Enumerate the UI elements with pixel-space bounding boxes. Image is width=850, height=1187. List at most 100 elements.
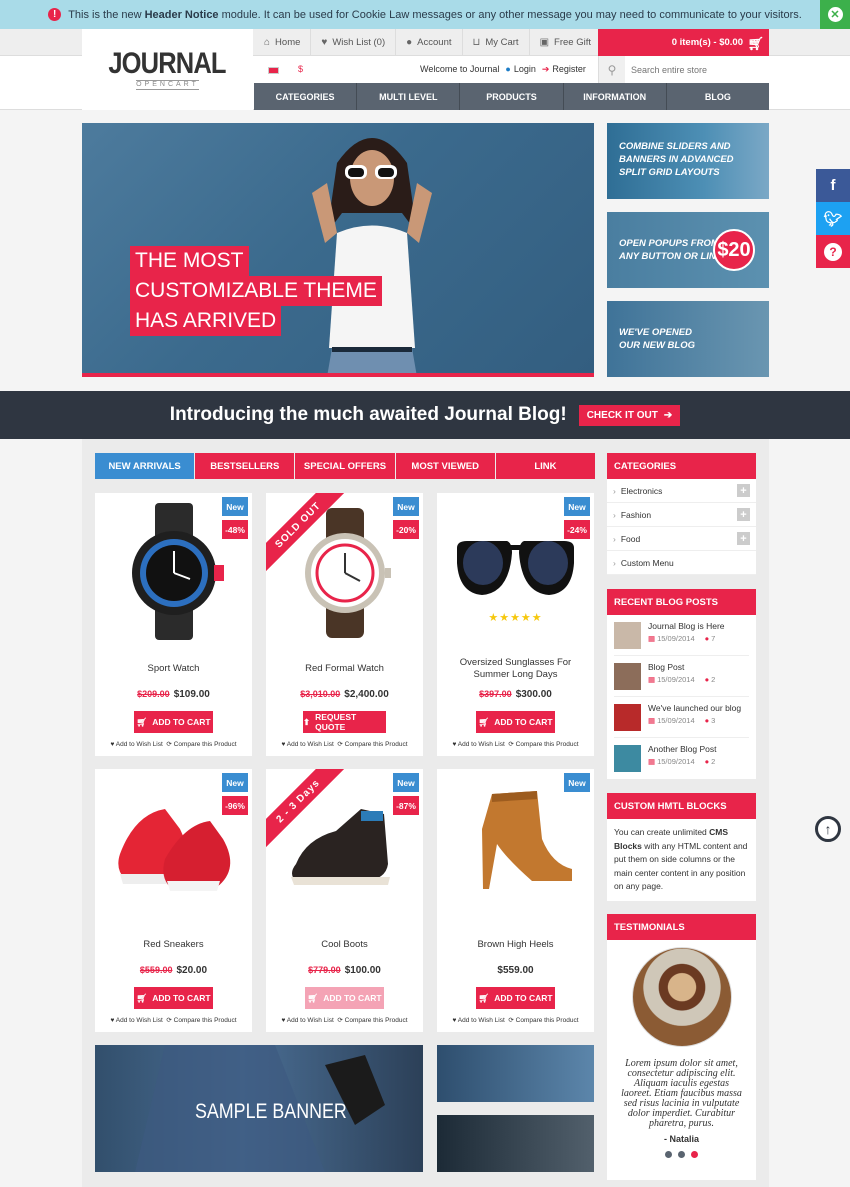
add-to-cart-button[interactable]: 🛒︎ ADD TO CART [476, 711, 555, 733]
blog-post-item[interactable]: Blog Post ▦ 15/09/2014 ● 2 [614, 656, 749, 697]
compare-link[interactable]: ⟳ Compare this Product [166, 741, 236, 748]
product-name[interactable]: Oversized Sunglasses For Summer Long Day… [437, 657, 594, 681]
free-gift-link[interactable]: ▣ Free Gift [530, 29, 602, 56]
cart-icon: ⊔ [472, 37, 481, 48]
pager-dot[interactable] [665, 1151, 672, 1158]
slider-progress [82, 373, 594, 377]
side-banner-blog[interactable]: WE'VE OPENED OUR NEW BLOG [607, 301, 769, 377]
tab-bestsellers[interactable]: BESTSELLERS [195, 453, 295, 479]
add-to-wishlist-link[interactable]: ♥ Add to Wish List [281, 1017, 333, 1024]
post-thumbnail [614, 622, 641, 649]
testimonial-quote: Lorem ipsum dolor sit amet, consectetur … [621, 1058, 742, 1129]
add-to-cart-button[interactable]: 🛒︎ ADD TO CART [305, 987, 384, 1009]
register-link[interactable]: ➔ Register [542, 64, 586, 75]
logo[interactable]: JOURNAL OPENCART [82, 29, 253, 110]
add-to-cart-button[interactable]: 🛒︎ ADD TO CART [134, 987, 213, 1009]
wishlist-link[interactable]: ♥ Wish List (0) [311, 29, 397, 56]
category-electronics[interactable]: › Electronics + [607, 479, 756, 503]
facebook-button[interactable]: f [816, 169, 850, 202]
product-name[interactable]: Brown High Heels [437, 939, 594, 951]
login-link[interactable]: ● Login [505, 64, 535, 75]
product-name[interactable]: Red Formal Watch [266, 663, 423, 675]
side-banner-popups[interactable]: OPEN POPUPS FROM ANY BUTTON OR LINK $20 [607, 212, 769, 288]
product-name[interactable]: Sport Watch [95, 663, 252, 675]
expand-icon[interactable]: + [737, 532, 750, 545]
small-banner-2[interactable] [437, 1115, 594, 1172]
facebook-icon: f [830, 177, 836, 194]
category-fashion[interactable]: › Fashion + [607, 503, 756, 527]
blog-post-item[interactable]: Journal Blog is Here ▦ 15/09/2014 ● 7 [614, 615, 749, 656]
tab-most-viewed[interactable]: MOST VIEWED [395, 453, 495, 479]
pager-dot[interactable] [678, 1151, 685, 1158]
nav-multi-level[interactable]: MULTI LEVEL [357, 83, 461, 110]
hero-slider[interactable]: THE MOST CUSTOMIZABLE THEME HAS ARRIVED [82, 123, 594, 377]
rating-stars: ★★★★★ [488, 612, 543, 624]
nav-information[interactable]: INFORMATION [564, 83, 667, 110]
add-to-wishlist-link[interactable]: ♥ Add to Wish List [452, 741, 504, 748]
blog-post-item[interactable]: Another Blog Post ▦ 15/09/2014 ● 2 [614, 738, 749, 779]
add-to-cart-button[interactable]: 🛒︎ ADD TO CART [476, 987, 555, 1009]
chevron-right-icon: › [613, 509, 616, 520]
add-to-cart-button[interactable]: 🛒︎ ADD TO CART [134, 711, 213, 733]
sample-banner[interactable]: SAMPLE BANNER [95, 1045, 423, 1172]
cart-button[interactable]: 0 item(s) - $0.00 🛒︎ [598, 29, 769, 56]
compare-link[interactable]: ⟳ Compare this Product [508, 1017, 578, 1024]
currency-selector[interactable]: $ [298, 64, 303, 74]
category-custom-menu[interactable]: › Custom Menu [607, 551, 756, 575]
product-price: $209.00 $109.00 [137, 689, 210, 700]
custom-html-box: CUSTOM HMTL BLOCKS You can create unlimi… [607, 793, 756, 901]
search-input[interactable] [625, 56, 770, 83]
post-meta: ▦ 15/09/2014 ● 3 [648, 716, 716, 725]
add-to-wishlist-link[interactable]: ♥ Add to Wish List [110, 741, 162, 748]
twitter-button[interactable]: 🐦︎ [816, 202, 850, 235]
product-price: $779.00 $100.00 [308, 965, 381, 976]
nav-products[interactable]: PRODUCTS [460, 83, 564, 110]
compare-link[interactable]: ⟳ Compare this Product [166, 1017, 236, 1024]
testimonial-avatar [631, 947, 732, 1047]
calendar-icon: ▦ [648, 634, 656, 643]
add-to-wishlist-link[interactable]: ♥ Add to Wish List [281, 741, 333, 748]
product-name[interactable]: Cool Boots [266, 939, 423, 951]
add-to-wishlist-link[interactable]: ♥ Add to Wish List [110, 1017, 162, 1024]
compare-link[interactable]: ⟳ Compare this Product [337, 741, 407, 748]
help-button[interactable]: ? [816, 235, 850, 268]
notice-close-button[interactable]: ✕ [820, 0, 850, 29]
add-to-wishlist-link[interactable]: ♥ Add to Wish List [452, 1017, 504, 1024]
side-banner-sliders[interactable]: COMBINE SLIDERS AND BANNERS IN ADVANCED … [607, 123, 769, 199]
arrow-up-circle-icon: ⬆ [303, 716, 311, 727]
request-quote-button[interactable]: ⬆ REQUEST QUOTE [303, 711, 386, 733]
pager-dot-active[interactable] [691, 1151, 698, 1158]
search-icon[interactable]: ⚲ [599, 56, 625, 83]
compare-link[interactable]: ⟳ Compare this Product [508, 741, 578, 748]
language-flag-icon[interactable] [268, 67, 279, 74]
new-badge: New [393, 497, 419, 516]
search-box: ⚲ [598, 56, 770, 83]
product-name[interactable]: Red Sneakers [95, 939, 252, 951]
small-banner-1[interactable] [437, 1045, 594, 1102]
scroll-to-top-button[interactable]: ↑ [815, 816, 841, 842]
post-thumbnail [614, 745, 641, 772]
product-card[interactable]: New -48% Sport Watch $209.00 $109.00 🛒︎ AD… [95, 493, 252, 756]
close-icon: ✕ [827, 7, 843, 22]
product-card[interactable]: 2 - 3 Days New -87% Cool Boots $779.00 $1… [266, 769, 423, 1032]
blog-post-item[interactable]: We've launched our blog ▦ 15/09/2014 ● 3 [614, 697, 749, 738]
tab-new-arrivals[interactable]: NEW ARRIVALS [95, 453, 195, 479]
my-cart-link[interactable]: ⊔ My Cart [463, 29, 530, 56]
home-link[interactable]: ⌂ Home [254, 29, 312, 56]
nav-categories[interactable]: CATEGORIES [254, 83, 358, 110]
nav-blog[interactable]: BLOG [667, 83, 769, 110]
compare-link[interactable]: ⟳ Compare this Product [337, 1017, 407, 1024]
category-food[interactable]: › Food + [607, 527, 756, 551]
check-it-out-button[interactable]: CHECK IT OUT ➔ [578, 404, 681, 426]
recent-blog-posts-box: RECENT BLOG POSTS Journal Blog is Here ▦… [607, 589, 756, 779]
product-card[interactable]: New -96% Red Sneakers $559.00 $20.00 🛒︎ AD… [95, 769, 252, 1032]
product-card[interactable]: New Brown High Heels $559.00 🛒︎ ADD TO CA… [437, 769, 594, 1032]
product-card[interactable]: SOLD OUT New -20% Red Formal Watch $3,01… [266, 493, 423, 756]
tab-special-offers[interactable]: SPECIAL OFFERS [295, 453, 395, 479]
account-link[interactable]: ● Account [396, 29, 463, 56]
product-card[interactable]: ★★★★★ New -24% Oversized Sunglasses For … [437, 493, 594, 756]
tab-link[interactable]: LINK [495, 453, 596, 479]
discount-badge: -96% [222, 796, 248, 815]
expand-icon[interactable]: + [737, 508, 750, 521]
expand-icon[interactable]: + [737, 484, 750, 497]
